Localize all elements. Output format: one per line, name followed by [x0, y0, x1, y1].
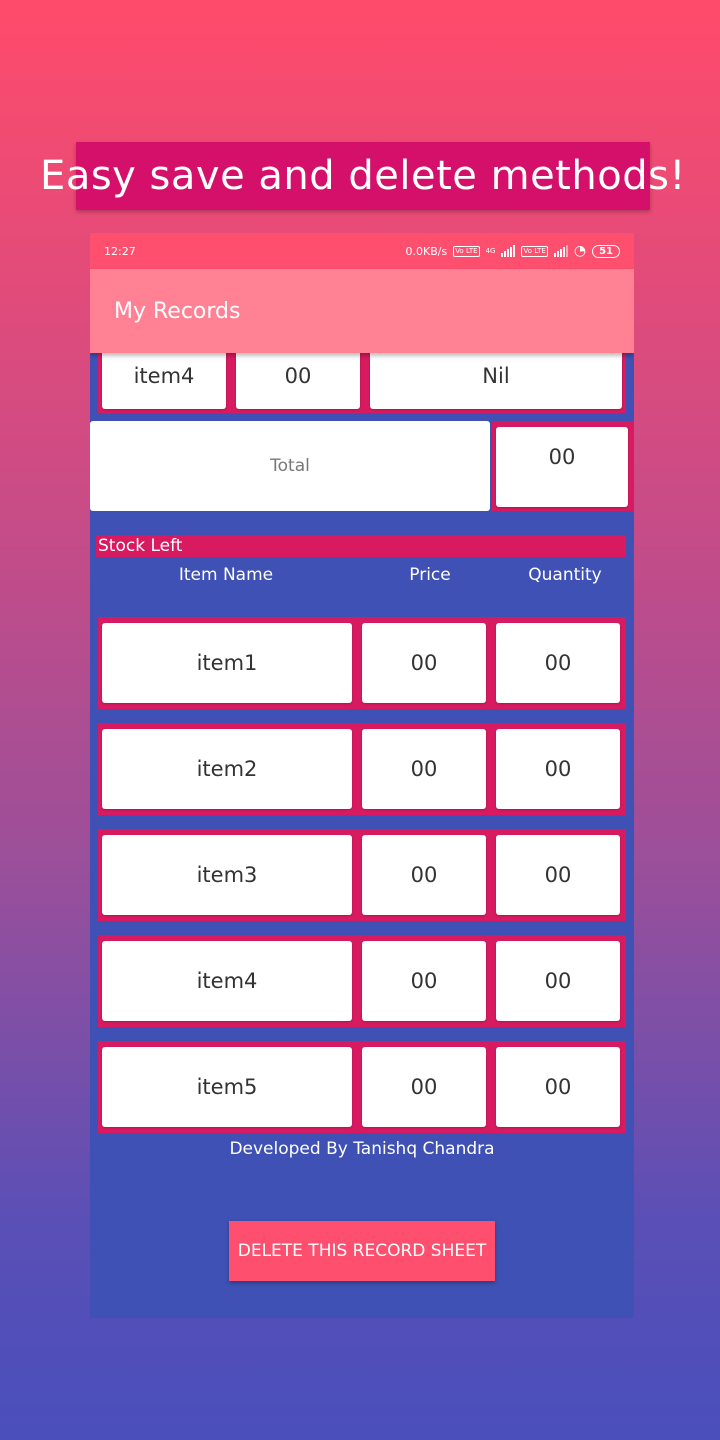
stock-item-name[interactable]: item1	[102, 623, 352, 703]
stock-item-quantity[interactable]: 00	[496, 729, 620, 809]
total-label-box: Total	[90, 421, 490, 511]
stock-item-price[interactable]: 00	[362, 1047, 486, 1127]
table-row: item5 00 00	[98, 1041, 626, 1133]
stock-item-quantity[interactable]: 00	[496, 941, 620, 1021]
signal-icon-2	[553, 245, 568, 257]
stock-left-title: Stock Left	[96, 535, 626, 557]
network-type: 4G	[485, 247, 496, 255]
header-price: Price	[409, 565, 451, 585]
app-bar: My Records	[90, 269, 634, 353]
stock-item-quantity[interactable]: 00	[496, 835, 620, 915]
phone-screen: 12:27 0.0KB/s Vo LTE 4G Vo LTE ◔ 51 My R…	[90, 233, 634, 1318]
stock-item-name[interactable]: item5	[102, 1047, 352, 1127]
developer-credit: Developed By Tanishq Chandra	[229, 1139, 495, 1159]
network-speed: 0.0KB/s	[405, 244, 448, 258]
battery-icon: 51	[592, 244, 620, 258]
table-row: item4 00 00	[98, 935, 626, 1027]
table-row: item1 00 00	[98, 617, 626, 709]
page-title: My Records	[114, 298, 241, 324]
total-value-cell[interactable]: 00	[496, 427, 628, 507]
stock-item-price[interactable]: 00	[362, 623, 486, 703]
volte-icon-2: Vo LTE	[521, 245, 548, 257]
stock-item-name[interactable]: item4	[102, 941, 352, 1021]
total-label: Total	[270, 456, 310, 476]
banner-text: Easy save and delete methods!	[40, 153, 686, 199]
table-row: item3 00 00	[98, 829, 626, 921]
stock-item-price[interactable]: 00	[362, 835, 486, 915]
total-value-wrap: 00	[492, 421, 634, 511]
stock-item-quantity[interactable]: 00	[496, 1047, 620, 1127]
promo-banner: Easy save and delete methods!	[40, 142, 685, 210]
stock-item-quantity[interactable]: 00	[496, 623, 620, 703]
table-row: item2 00 00	[98, 723, 626, 815]
header-item-name: Item Name	[178, 565, 274, 585]
signal-icon	[501, 245, 516, 257]
status-time: 12:27	[104, 244, 136, 258]
stock-item-name[interactable]: item2	[102, 729, 352, 809]
stock-item-price[interactable]: 00	[362, 729, 486, 809]
header-quantity: Quantity	[528, 565, 602, 585]
stock-item-name[interactable]: item3	[102, 835, 352, 915]
sold-row-partial: item4 00 Nil	[98, 343, 626, 413]
delete-record-sheet-button[interactable]: DELETE THIS RECORD SHEET	[229, 1221, 495, 1281]
volte-icon: Vo LTE	[453, 245, 480, 257]
wifi-icon: ◔	[573, 243, 587, 259]
stock-item-price[interactable]: 00	[362, 941, 486, 1021]
status-icons: 0.0KB/s Vo LTE 4G Vo LTE ◔ 51	[405, 243, 620, 259]
status-bar: 12:27 0.0KB/s Vo LTE 4G Vo LTE ◔ 51	[90, 233, 634, 269]
